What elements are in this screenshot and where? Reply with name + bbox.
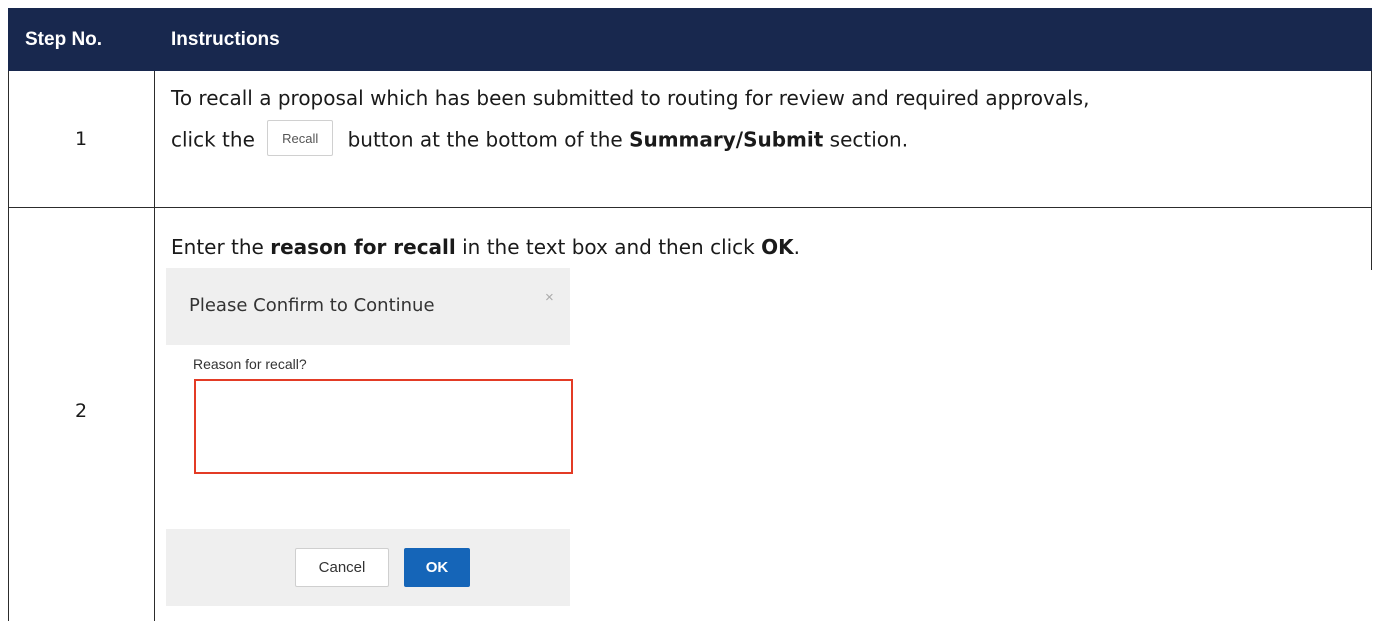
reason-for-recall-label: reason for recall [270,235,456,259]
table-border-right [1371,71,1372,270]
recall-button-image: Recall [267,120,334,156]
ok-button[interactable]: OK [404,548,470,587]
step2-text-pre: Enter the [171,235,264,259]
ok-label: OK [761,235,794,259]
step1-text-mid: button at the bottom of the [347,127,623,152]
confirm-dialog: Please Confirm to Continue × Reason for … [166,268,573,606]
step-no-header: Step No. [25,29,103,50]
column-divider [154,71,155,621]
step-number-2: 2 [74,400,88,422]
step1-instruction-line1: To recall a proposal which has been subm… [171,86,1090,110]
table-border-left [8,71,9,621]
summary-submit-label: Summary/Submit [629,127,824,152]
reason-label: Reason for recall? [193,356,307,372]
step2-text-post: . [793,235,800,259]
dialog-footer: Cancel OK [166,529,570,606]
row-divider [8,207,1372,208]
step1-instruction-line2: click the Recall button at the bottom of… [171,120,909,156]
step2-instruction: Enter the reason for recall in the text … [171,235,800,259]
cancel-button[interactable]: Cancel [295,548,389,587]
step2-text-mid: in the text box and then click [462,235,755,259]
instructions-header: Instructions [171,29,280,50]
step1-text-pre: click the [171,127,255,152]
reason-textarea[interactable] [194,379,573,474]
dialog-title: Please Confirm to Continue [189,295,435,316]
dialog-header: Please Confirm to Continue × [166,268,570,345]
table-header: Step No. Instructions [8,8,1372,71]
step-number-1: 1 [74,128,88,150]
step1-text-post: section. [829,127,909,152]
close-icon[interactable]: × [545,289,554,306]
